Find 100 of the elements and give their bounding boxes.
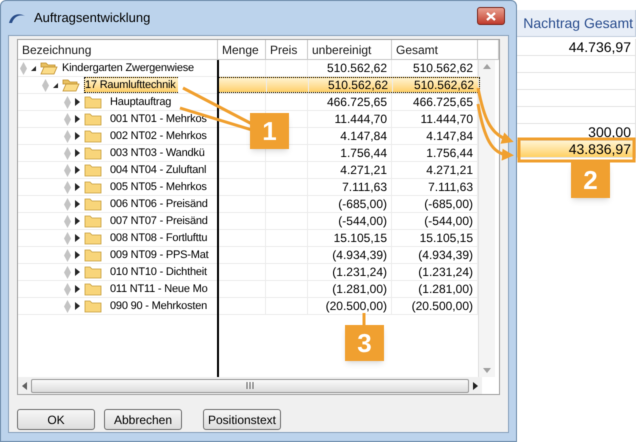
table-cell: 510.562,62: [308, 60, 392, 76]
callout-badge: 2: [571, 162, 610, 198]
diamond-icon: [42, 78, 49, 92]
expand-icon[interactable]: [75, 149, 80, 157]
dialog-button[interactable]: Abbrechen: [104, 409, 182, 430]
folder-icon: [84, 197, 102, 211]
folder-icon: [84, 299, 102, 313]
column-header[interactable]: Menge: [218, 40, 266, 59]
folder-icon: [84, 248, 102, 262]
diamond-icon: [20, 62, 27, 74]
diamond-icon: [64, 300, 71, 312]
folder-icon: [84, 146, 102, 160]
expand-icon[interactable]: [75, 234, 80, 242]
table-cell: 510.562,62: [309, 78, 393, 92]
tree-item[interactable]: 010 NT10 - Dichtheit: [110, 264, 209, 280]
column-header[interactable]: unbereinigt: [308, 40, 392, 59]
scrollbar-thumb[interactable]: [31, 378, 469, 392]
diamond-icon: [64, 130, 71, 142]
expand-icon[interactable]: [75, 302, 80, 310]
table-cell: (-685,00): [308, 196, 392, 212]
open-folder-icon: [62, 78, 80, 92]
table-cell: (20.500,00): [308, 298, 392, 314]
folder-icon: [84, 282, 102, 296]
folder-icon: [84, 112, 102, 126]
expand-icon[interactable]: [75, 166, 80, 174]
tree-item[interactable]: Kindergarten Zwergenwiese: [62, 60, 196, 76]
table-cell: 4.147,84: [308, 128, 392, 144]
table-cell: 43.836,97: [517, 141, 636, 158]
expand-icon[interactable]: [75, 268, 80, 276]
table-cell: (-544,00): [308, 213, 392, 229]
collapse-icon[interactable]: [53, 82, 58, 88]
leader-line: [362, 313, 366, 326]
diamond-icon: [64, 282, 71, 296]
expand-icon[interactable]: [75, 183, 80, 191]
tree-item[interactable]: 001 NT01 - Mehrkos: [110, 111, 209, 127]
expand-icon[interactable]: [75, 98, 80, 106]
diamond-icon: [64, 232, 71, 244]
tree-item[interactable]: 17 Raumlufttechnik: [84, 77, 178, 93]
tree-item[interactable]: 007 NT07 - Preisänd: [110, 213, 210, 229]
tree-item[interactable]: 002 NT02 - Mehrkos: [110, 128, 209, 144]
table-cell: 1.756,44: [308, 145, 392, 161]
scroll-right-icon[interactable]: [473, 382, 478, 390]
folder-icon: [84, 163, 102, 177]
folder-icon: [84, 231, 102, 245]
tree-item[interactable]: 090 90 - Mehrkosten: [110, 298, 210, 314]
diamond-icon: [64, 164, 71, 176]
scroll-left-icon[interactable]: [22, 382, 27, 390]
expand-icon[interactable]: [75, 115, 80, 123]
diamond-icon: [64, 214, 71, 228]
expand-icon[interactable]: [75, 285, 80, 293]
table-cell: 11.444,70: [308, 111, 392, 127]
diamond-icon: [64, 248, 71, 262]
diamond-icon: [64, 96, 71, 108]
folder-icon: [84, 129, 102, 143]
table-cell: (1.231,24): [308, 264, 392, 280]
tree-item[interactable]: 008 NT08 - Fortlufttu: [110, 230, 210, 246]
close-button[interactable]: [477, 7, 505, 25]
diamond-icon: [64, 112, 71, 126]
column-header[interactable]: Gesamt: [392, 40, 478, 59]
callout-badge: 1: [250, 113, 289, 149]
diamond-icon: [64, 198, 71, 210]
expand-icon[interactable]: [75, 217, 80, 225]
table-cell: 15.105,15: [308, 230, 392, 246]
tree-item[interactable]: 003 NT03 - Wandkü: [110, 145, 207, 161]
diamond-icon: [64, 266, 71, 278]
expand-icon[interactable]: [75, 251, 80, 259]
tree-item[interactable]: 011 NT11 - Neue Mo: [110, 281, 210, 297]
tree-item[interactable]: 004 NT04 - Zuluftanl: [110, 162, 208, 178]
arrow: [476, 104, 514, 160]
folder-icon: [84, 95, 102, 109]
table-cell: (1.281,00): [308, 281, 392, 297]
close-icon: [486, 12, 496, 20]
column-header: Nachtrag Gesamt: [517, 10, 636, 37]
collapse-icon[interactable]: [31, 66, 36, 70]
table-cell: 44.736,97: [517, 39, 636, 56]
table-cell: 466.725,65: [308, 94, 392, 110]
table-cell: 510.562,62: [393, 78, 479, 92]
arrow: [476, 88, 514, 144]
dialog-button[interactable]: OK: [17, 409, 95, 430]
window-title: Auftragsentwicklung: [34, 9, 150, 28]
tree-item[interactable]: 006 NT06 - Preisänd: [110, 196, 210, 212]
tree-item[interactable]: 005 NT05 - Mehrkos: [110, 179, 209, 195]
horizontal-scrollbar[interactable]: [18, 377, 482, 394]
folder-icon: [84, 214, 102, 228]
open-folder-icon: [40, 61, 58, 75]
callout-badge: 3: [345, 325, 384, 361]
table-cell: (4.934,39): [308, 247, 392, 263]
table-cell: 7.111,63: [308, 179, 392, 195]
expand-icon[interactable]: [75, 132, 80, 140]
diamond-icon: [64, 180, 71, 194]
tree-item[interactable]: Hauptauftrag: [110, 94, 174, 110]
folder-icon: [84, 265, 102, 279]
diamond-icon: [64, 146, 71, 160]
table-cell: 4.271,21: [308, 162, 392, 178]
expand-icon[interactable]: [75, 200, 80, 208]
dialog-button[interactable]: Positionstext: [203, 409, 281, 430]
grip-icon: [246, 382, 254, 389]
column-header[interactable]: Bezeichnung: [18, 40, 218, 59]
column-header[interactable]: Preis: [266, 40, 308, 59]
tree-item[interactable]: 009 NT09 - PPS-Mat: [110, 247, 210, 263]
